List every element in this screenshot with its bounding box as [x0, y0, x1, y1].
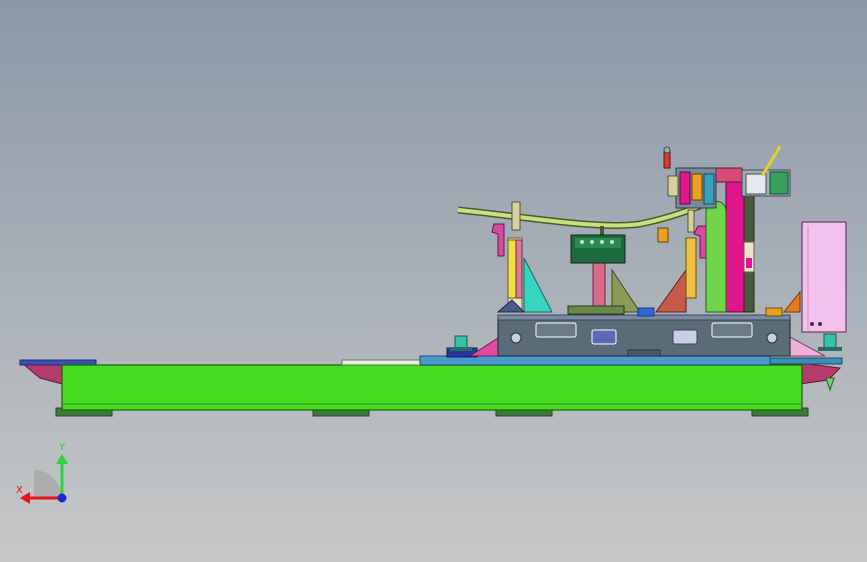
clamp-block: [570, 234, 626, 264]
orange-pad: [765, 307, 783, 317]
cad-viewport[interactable]: X Y: [0, 0, 867, 562]
center-post: [592, 261, 606, 313]
view-orientation-triad[interactable]: X Y: [14, 440, 78, 510]
olive-gusset-right: [655, 268, 687, 313]
right-wedge: [787, 335, 826, 357]
y-axis-label: Y: [59, 442, 66, 453]
support-plate: [497, 314, 791, 357]
x-axis-label: X: [16, 485, 23, 496]
fixture-assembly-model[interactable]: [0, 0, 867, 562]
blue-pad: [637, 307, 655, 317]
control-cabinet: [801, 221, 847, 333]
orange-gusset: [782, 290, 801, 313]
center-post-base: [567, 305, 625, 315]
base-rail: [61, 364, 803, 411]
triad-graphic: [20, 454, 68, 504]
left-wedge: [468, 337, 499, 357]
teal-gusset: [523, 257, 553, 313]
